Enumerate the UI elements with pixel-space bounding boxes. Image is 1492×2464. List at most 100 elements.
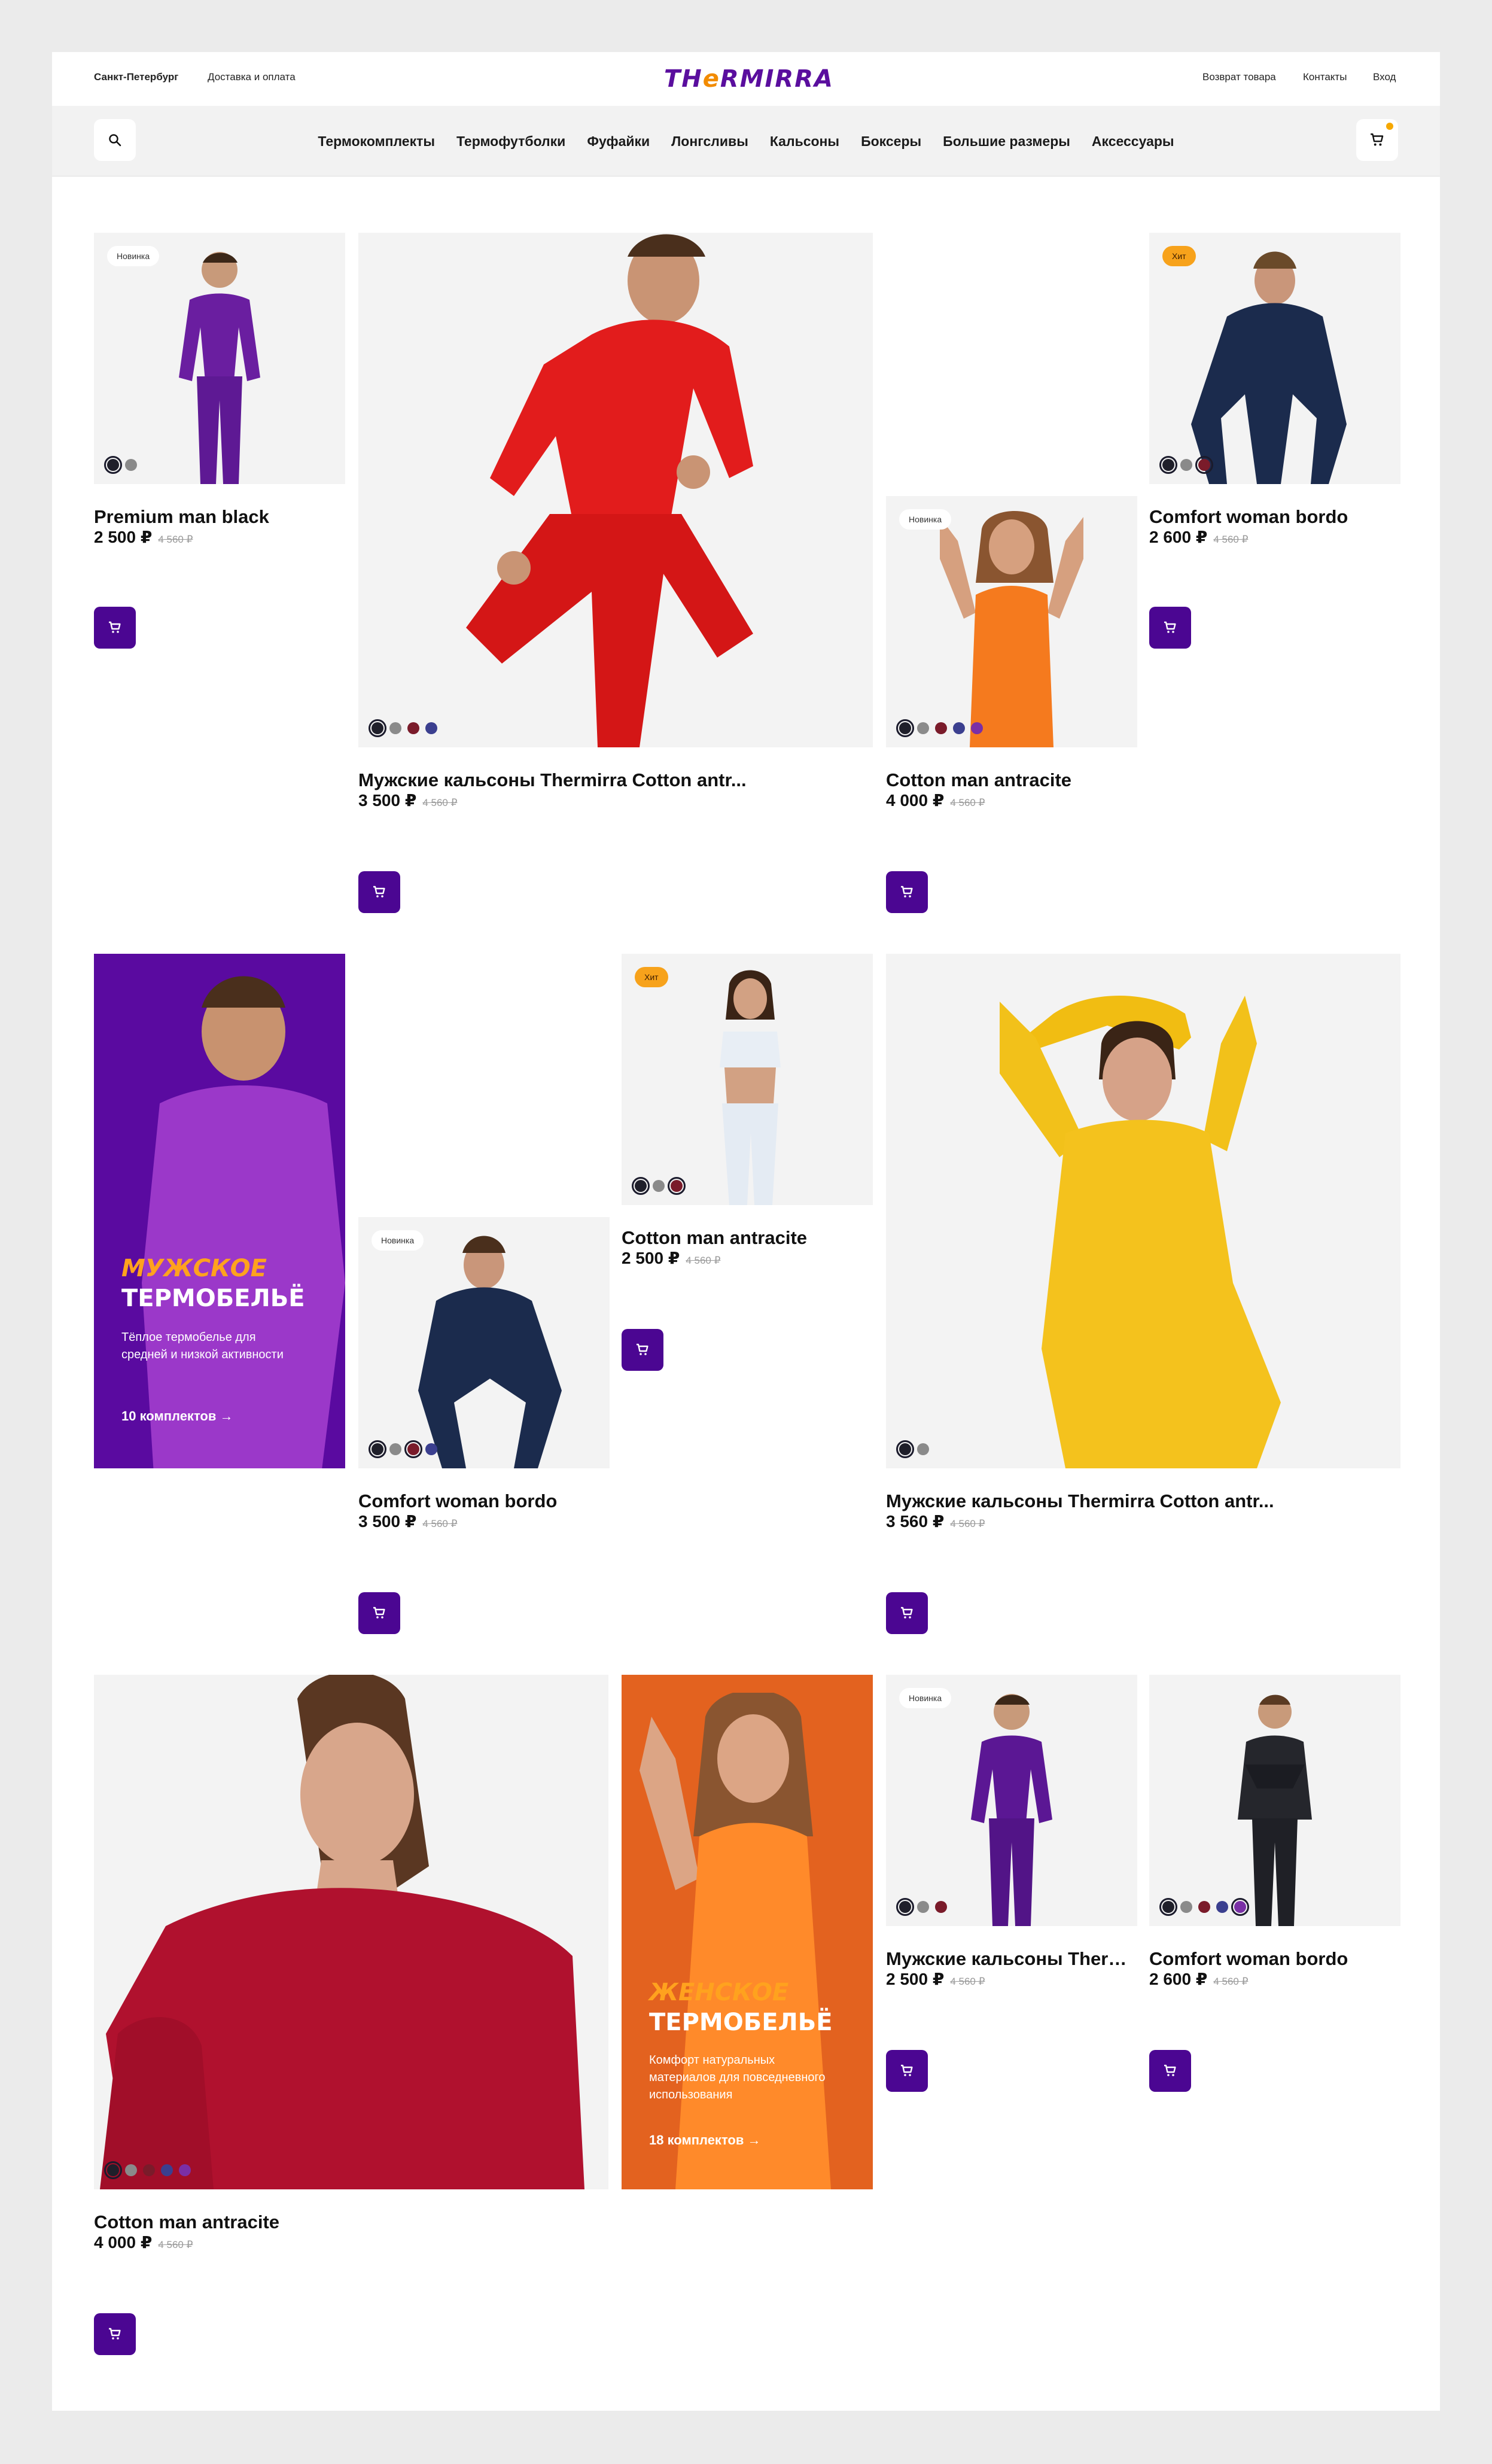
swatch-purple[interactable] bbox=[971, 722, 983, 734]
swatch-gray[interactable] bbox=[389, 722, 401, 734]
swatch-navy[interactable] bbox=[161, 2164, 173, 2176]
promo-men-thermal[interactable]: МУЖСКОЕ ТЕРМОБЕЛЬЁ Тёплое термобелье для… bbox=[94, 954, 345, 1468]
product-image[interactable]: Новинка bbox=[886, 496, 1137, 747]
product-card[interactable]: Cotton man antracite 4 000 ₽4 560 ₽ bbox=[94, 1675, 608, 2411]
swatch-black[interactable] bbox=[1159, 456, 1177, 474]
delivery-link[interactable]: Доставка и оплата bbox=[208, 71, 296, 83]
product-image[interactable]: Хит bbox=[622, 954, 873, 1205]
product-card[interactable]: Хит Cotton man antracite 2 500 ₽4 560 ₽ bbox=[622, 954, 873, 1420]
product-image[interactable] bbox=[94, 1675, 608, 2189]
swatch-black[interactable] bbox=[1159, 1898, 1177, 1916]
nav-item-undershirts[interactable]: Фуфайки bbox=[587, 133, 650, 150]
badge-new: Новинка bbox=[899, 1688, 952, 1708]
swatch-bordo[interactable] bbox=[1195, 456, 1213, 474]
swatch-purple[interactable] bbox=[1231, 1898, 1249, 1916]
product-card[interactable]: Comfort woman bordo 2 600 ₽4 560 ₽ bbox=[1149, 1675, 1400, 2106]
swatch-navy[interactable] bbox=[953, 722, 965, 734]
product-name[interactable]: Premium man black bbox=[94, 506, 345, 528]
add-to-cart-button[interactable] bbox=[94, 607, 136, 649]
swatch-bordo[interactable] bbox=[935, 722, 947, 734]
product-image[interactable]: Хит bbox=[1149, 233, 1400, 484]
product-card[interactable]: Новинка Cotton man antracite 4 000 ₽4 56… bbox=[886, 496, 1137, 928]
swatch-gray[interactable] bbox=[1180, 1901, 1192, 1913]
product-name[interactable]: Comfort woman bordo bbox=[358, 1490, 610, 1512]
product-card[interactable]: Новинка Мужские кальсоны Thermirra Cotto… bbox=[886, 1675, 1137, 2106]
swatch-gray[interactable] bbox=[125, 459, 137, 471]
promo-description: Комфорт натуральных материалов для повсе… bbox=[649, 2054, 826, 2101]
add-to-cart-button[interactable] bbox=[622, 1329, 663, 1371]
swatch-bordo[interactable] bbox=[143, 2164, 155, 2176]
swatch-black[interactable] bbox=[369, 1440, 386, 1458]
swatch-black[interactable] bbox=[896, 719, 914, 737]
nav-item-large-sizes[interactable]: Большие размеры bbox=[943, 133, 1070, 150]
swatch-bordo[interactable] bbox=[407, 722, 419, 734]
cart-button[interactable] bbox=[1356, 119, 1398, 161]
add-to-cart-button[interactable] bbox=[886, 2050, 928, 2092]
badge-hit: Хит bbox=[1162, 246, 1196, 266]
product-card[interactable]: Хит Comfort woman bordo 2 600 ₽4 560 ₽ bbox=[1149, 233, 1400, 664]
add-to-cart-button[interactable] bbox=[886, 1592, 928, 1634]
swatch-bordo[interactable] bbox=[668, 1177, 686, 1195]
add-to-cart-button[interactable] bbox=[94, 2313, 136, 2355]
product-image[interactable] bbox=[358, 233, 873, 747]
swatch-gray[interactable] bbox=[917, 722, 929, 734]
add-to-cart-button[interactable] bbox=[358, 871, 400, 913]
swatch-bordo[interactable] bbox=[935, 1901, 947, 1913]
swatch-black[interactable] bbox=[896, 1440, 914, 1458]
product-name[interactable]: Мужские кальсоны Thermirra Cotton antr..… bbox=[886, 1490, 1400, 1512]
logo[interactable]: THeRMIRRA bbox=[659, 65, 839, 93]
swatch-navy[interactable] bbox=[425, 722, 437, 734]
add-to-cart-button[interactable] bbox=[358, 1592, 400, 1634]
nav-item-leggings[interactable]: Кальсоны bbox=[770, 133, 839, 150]
swatch-gray[interactable] bbox=[125, 2164, 137, 2176]
promo-link[interactable]: 10 комплектов → bbox=[121, 1409, 233, 1424]
swatch-black[interactable] bbox=[896, 1898, 914, 1916]
nav-item-longsleeves[interactable]: Лонгсливы bbox=[671, 133, 748, 150]
product-name[interactable]: Мужские кальсоны Thermirra Cotton antr..… bbox=[358, 769, 873, 791]
nav-item-thermo-tshirts[interactable]: Термофутболки bbox=[456, 133, 565, 150]
nav-item-boxers[interactable]: Боксеры bbox=[861, 133, 921, 150]
product-name[interactable]: Comfort woman bordo bbox=[1149, 1948, 1400, 1970]
product-card[interactable]: Мужские кальсоны Thermirra Cotton antr..… bbox=[358, 233, 873, 928]
swatch-bordo[interactable] bbox=[404, 1440, 422, 1458]
nav-item-accessories[interactable]: Аксессуары bbox=[1092, 133, 1174, 150]
swatch-navy[interactable] bbox=[425, 1443, 437, 1455]
nav-items: Термокомплекты Термофутболки Фуфайки Лон… bbox=[52, 106, 1440, 177]
product-name[interactable]: Cotton man antracite bbox=[94, 2211, 608, 2233]
login-link[interactable]: Вход bbox=[1373, 71, 1396, 83]
add-to-cart-button[interactable] bbox=[886, 871, 928, 913]
product-image[interactable] bbox=[1149, 1675, 1400, 1926]
product-card[interactable]: Мужские кальсоны Thermirra Cotton antr..… bbox=[886, 954, 1400, 1684]
swatch-purple[interactable] bbox=[179, 2164, 191, 2176]
cart-indicator bbox=[1386, 123, 1393, 130]
swatch-black[interactable] bbox=[632, 1177, 650, 1195]
product-name[interactable]: Cotton man antracite bbox=[622, 1227, 873, 1249]
product-name[interactable]: Мужские кальсоны Thermirra Cotton antr..… bbox=[886, 1948, 1137, 1970]
swatch-gray[interactable] bbox=[389, 1443, 401, 1455]
product-card[interactable]: Новинка Comfort woman bordo 3 500 ₽4 560… bbox=[358, 1217, 610, 1684]
product-image[interactable]: Новинка bbox=[886, 1675, 1137, 1926]
swatch-gray[interactable] bbox=[1180, 459, 1192, 471]
add-to-cart-button[interactable] bbox=[1149, 607, 1191, 649]
swatch-navy[interactable] bbox=[1216, 1901, 1228, 1913]
product-name[interactable]: Cotton man antracite bbox=[886, 769, 1137, 791]
city-selector[interactable]: Санкт-Петербург bbox=[94, 71, 178, 83]
swatch-gray[interactable] bbox=[917, 1443, 929, 1455]
product-name[interactable]: Comfort woman bordo bbox=[1149, 506, 1400, 528]
swatch-bordo[interactable] bbox=[1198, 1901, 1210, 1913]
promo-women-thermal[interactable]: ЖЕНСКОЕ ТЕРМОБЕЛЬЁ Комфорт натуральных м… bbox=[622, 1675, 873, 2189]
product-card[interactable]: Новинка Premium man black 2 500 ₽4 560 ₽ bbox=[94, 233, 345, 664]
swatch-gray[interactable] bbox=[653, 1180, 665, 1192]
product-image[interactable] bbox=[886, 954, 1400, 1468]
swatch-black[interactable] bbox=[104, 456, 122, 474]
swatch-gray[interactable] bbox=[917, 1901, 929, 1913]
promo-link[interactable]: 18 комплектов → bbox=[649, 2133, 761, 2148]
product-image[interactable]: Новинка bbox=[358, 1217, 610, 1468]
nav-item-thermosets[interactable]: Термокомплекты bbox=[318, 133, 435, 150]
contacts-link[interactable]: Контакты bbox=[1303, 71, 1347, 83]
add-to-cart-button[interactable] bbox=[1149, 2050, 1191, 2092]
swatch-black[interactable] bbox=[369, 719, 386, 737]
returns-link[interactable]: Возврат товара bbox=[1202, 71, 1276, 83]
product-image[interactable]: Новинка bbox=[94, 233, 345, 484]
swatch-black[interactable] bbox=[104, 2161, 122, 2179]
